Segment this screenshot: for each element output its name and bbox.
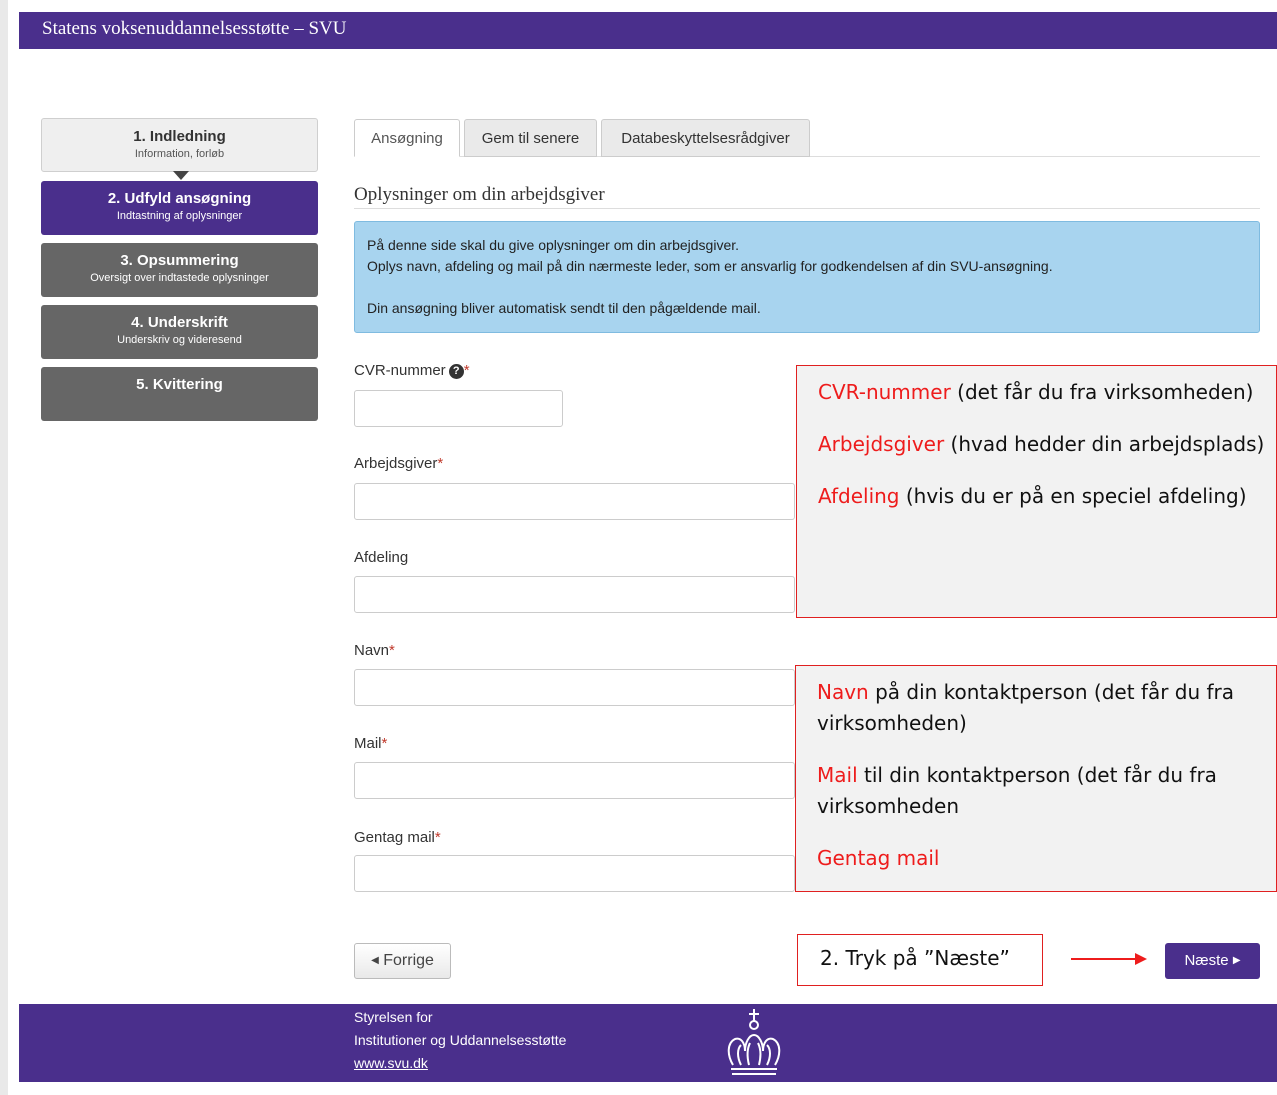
step-subtitle: Underskriv og videresend	[117, 334, 242, 346]
annotation-next-hint: 2. Tryk på ”Næste”	[797, 934, 1043, 986]
mail-label: Mail*	[354, 735, 388, 752]
mail-repeat-input[interactable]	[354, 855, 795, 892]
info-line-1: På denne side skal du give oplysninger o…	[367, 237, 740, 253]
step-subtitle: Oversigt over indtastede oplysninger	[90, 272, 269, 284]
step-5[interactable]: 5. Kvittering	[41, 367, 318, 421]
caret-right-icon: ▶	[1232, 955, 1241, 966]
arrow-right-icon	[1135, 953, 1147, 965]
info-line-3: Din ansøgning bliver automatisk sendt ti…	[367, 300, 761, 316]
mail-input[interactable]	[354, 762, 795, 799]
caret-left-icon: ◀	[371, 955, 379, 966]
cvr-input[interactable]	[354, 390, 563, 427]
annotation-text: Arbejdsgiver (hvad hedder din arbejdspla…	[818, 432, 1265, 456]
annotation-text: Afdeling (hvis du er på en speciel afdel…	[818, 484, 1247, 508]
step-3[interactable]: 3. Opsummering Oversigt over indtastede …	[41, 243, 318, 297]
step-2[interactable]: 2. Udfyld ansøgning Indtastning af oplys…	[41, 181, 318, 235]
footer-line-1: Styrelsen for	[354, 1009, 433, 1025]
header-bar: Statens voksenuddannelsesstøtte – SVU	[19, 12, 1277, 49]
footer-link[interactable]: www.svu.dk	[354, 1055, 428, 1071]
site-title[interactable]: Statens voksenuddannelsesstøtte – SVU	[42, 18, 347, 40]
section-heading: Oplysninger om din arbejdsgiver	[354, 184, 605, 205]
name-label: Navn*	[354, 642, 395, 659]
crown-logo	[727, 1009, 781, 1075]
step-arrow-icon	[173, 171, 189, 180]
step-subtitle: Indtastning af oplysninger	[116, 210, 243, 222]
employer-label: Arbejdsgiver*	[354, 455, 444, 472]
mail-repeat-label: Gentag mail*	[354, 829, 441, 846]
info-line-2: Oplys navn, afdeling og mail på din nærm…	[367, 258, 1053, 274]
section-divider	[354, 208, 1260, 209]
arrow-line	[1071, 958, 1137, 960]
step-4[interactable]: 4. Underskrift Underskriv og videresend	[41, 305, 318, 359]
annotation-text: Gentag mail	[817, 846, 940, 870]
tab-gem-til-senere[interactable]: Gem til senere	[464, 119, 597, 157]
prev-button[interactable]: ◀ Forrige	[354, 943, 451, 979]
annotation-text: CVR-nummer (det får du fra virksomheden)	[818, 380, 1254, 404]
footer-line-2: Institutioner og Uddannelsesstøtte	[354, 1032, 567, 1048]
next-button[interactable]: Næste ▶	[1165, 943, 1260, 979]
left-strip	[0, 0, 8, 1095]
tab-databeskyttelse[interactable]: Databeskyttelsesrådgiver	[601, 119, 810, 157]
step-title: 3. Opsummering	[120, 252, 239, 269]
name-input[interactable]	[354, 669, 795, 706]
question-circle-icon[interactable]: ?	[448, 364, 464, 379]
step-subtitle: Information, forløb	[134, 148, 225, 160]
cvr-label: CVR-nummer? *	[354, 362, 470, 379]
info-box: På denne side skal du give oplysninger o…	[354, 221, 1260, 333]
footer: Styrelsen for Institutioner og Uddannels…	[19, 1004, 1277, 1082]
step-title: 4. Underskrift	[131, 314, 228, 331]
tab-ansogning[interactable]: Ansøgning	[354, 119, 460, 157]
annotation-employer-fields: CVR-nummer (det får du fra virksomheden)…	[796, 365, 1277, 618]
annotation-text: Mail til din kontaktperson (det får du f…	[817, 763, 1217, 818]
step-title: 5. Kvittering	[136, 376, 223, 393]
step-title: 2. Udfyld ansøgning	[107, 190, 252, 207]
department-input[interactable]	[354, 576, 795, 613]
step-title: 1. Indledning	[133, 128, 226, 145]
step-1[interactable]: 1. Indledning Information, forløb	[41, 118, 318, 180]
annotation-text: Navn på din kontaktperson (det får du fr…	[817, 680, 1235, 735]
department-label: Afdeling	[354, 549, 409, 566]
employer-input[interactable]	[354, 483, 795, 520]
annotation-contact-fields: Navn på din kontaktperson (det får du fr…	[795, 665, 1277, 892]
